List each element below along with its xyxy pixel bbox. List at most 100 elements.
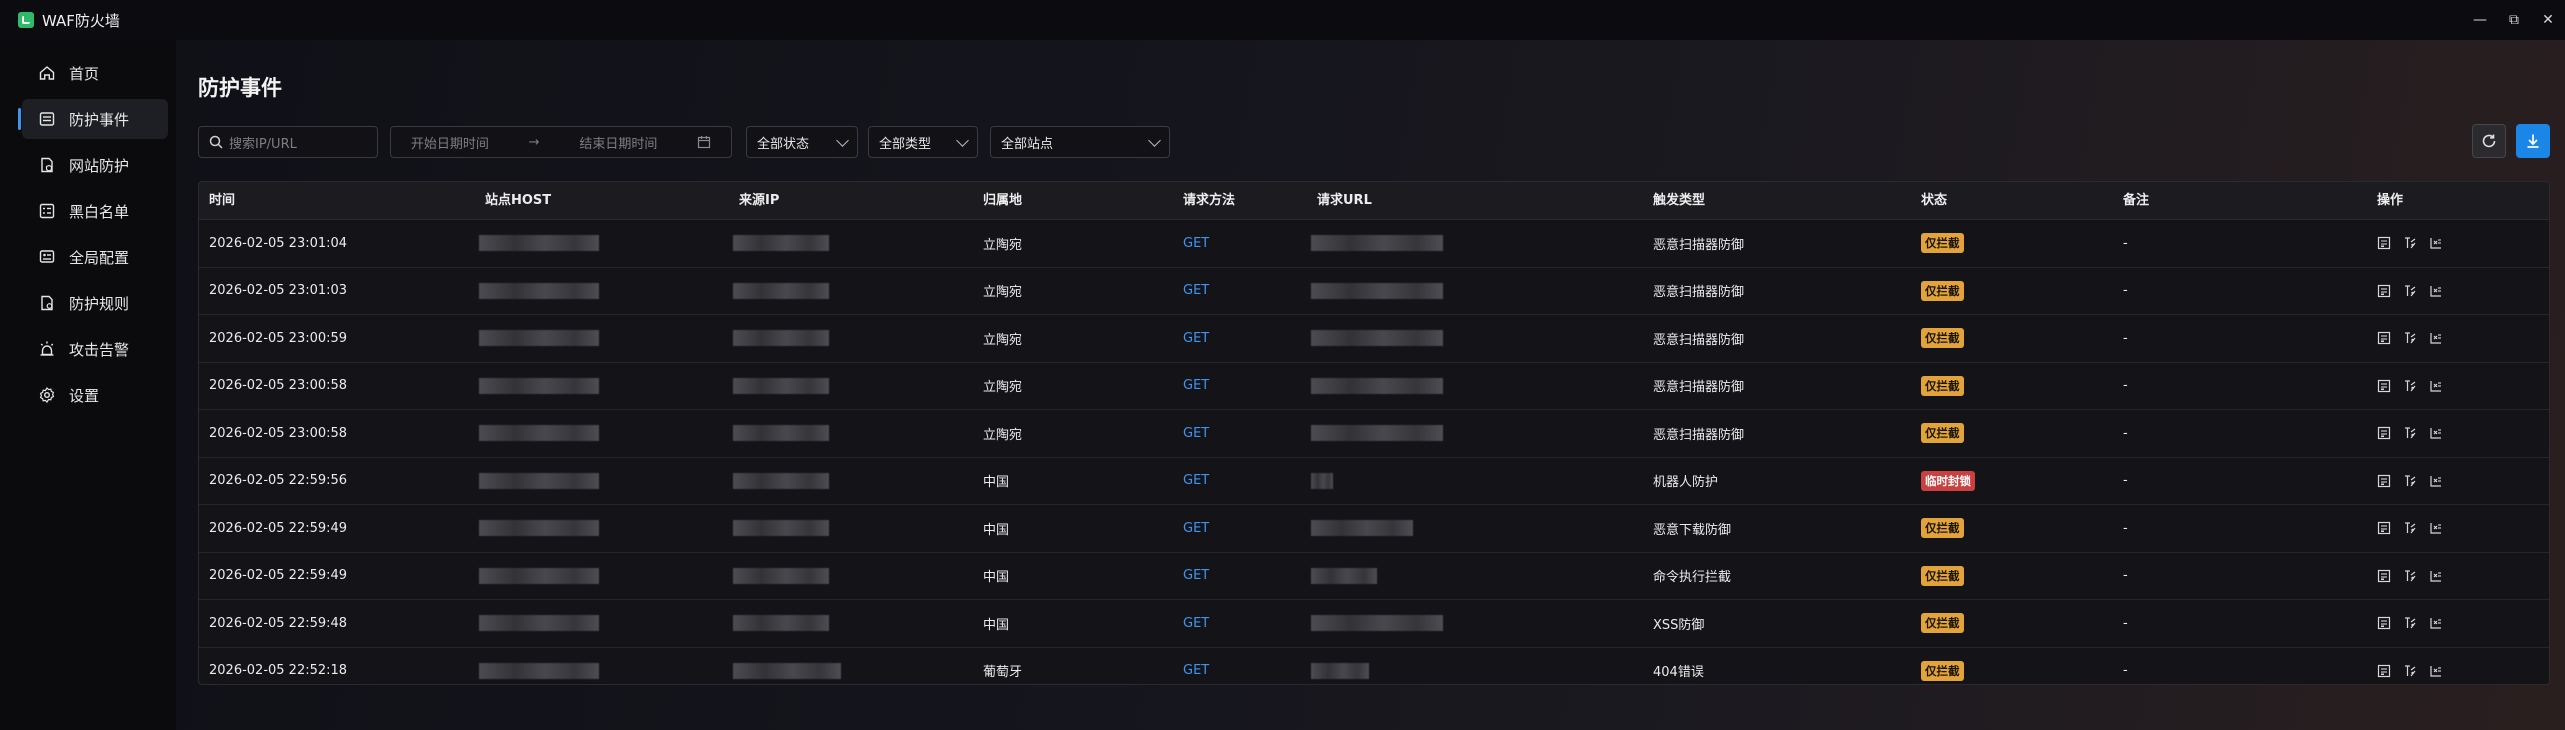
cell-location: 葡萄牙 xyxy=(983,665,1023,680)
redacted-value xyxy=(733,615,829,631)
maximize-button[interactable]: ⧉ xyxy=(2497,0,2531,40)
redacted-value xyxy=(733,330,829,346)
cell-actions xyxy=(2377,315,2443,361)
sidebar-item-label: 设置 xyxy=(69,386,100,405)
chevron-down-icon xyxy=(836,133,849,147)
detail-icon[interactable] xyxy=(2377,569,2391,583)
redacted-value xyxy=(733,567,829,584)
rule-icon[interactable] xyxy=(2403,284,2417,298)
sidebar-item-site-protect[interactable]: 网站防护 xyxy=(22,145,168,185)
block-icon[interactable] xyxy=(2429,331,2443,345)
cell-site-host xyxy=(479,410,599,456)
cell-method: GET xyxy=(1183,235,1210,251)
detail-icon[interactable] xyxy=(2377,379,2391,393)
rule-icon[interactable] xyxy=(2403,616,2417,630)
sidebar-item-home[interactable]: 首页 xyxy=(22,53,168,93)
date-range-picker[interactable]: 开始日期时间 → 结束日期时间 xyxy=(390,126,732,158)
rule-icon[interactable] xyxy=(2403,521,2417,535)
table-row: 2026-02-05 22:59:56 中国 GET 机器人防护 临时封锁 - xyxy=(199,458,2549,505)
cell-trigger-type: 恶意扫描器防御 xyxy=(1653,380,1745,395)
cell-request-url xyxy=(1311,363,1443,409)
cell-site-host xyxy=(479,505,599,551)
block-icon[interactable] xyxy=(2429,426,2443,440)
cell-source-ip xyxy=(733,220,829,266)
rule-icon[interactable] xyxy=(2403,236,2417,250)
block-icon[interactable] xyxy=(2429,284,2443,298)
cell-trigger-type: XSS防御 xyxy=(1653,617,1705,633)
cell-trigger-type: 恶意下载防御 xyxy=(1653,522,1732,538)
redacted-value xyxy=(479,425,599,441)
cell-location: 立陶宛 xyxy=(983,332,1023,348)
cell-note: - xyxy=(2123,568,2128,583)
block-icon[interactable] xyxy=(2429,521,2443,535)
cell-note: - xyxy=(2123,283,2128,298)
detail-icon[interactable] xyxy=(2377,521,2391,535)
cell-time: 2026-02-05 22:59:49 xyxy=(209,568,348,583)
end-date-field[interactable]: 结束日期时间 xyxy=(579,133,657,152)
sidebar-item-alerts[interactable]: 攻击告警 xyxy=(22,329,168,369)
redacted-value xyxy=(733,377,829,394)
rule-icon[interactable] xyxy=(2403,474,2417,488)
status-badge: 仅拦截 xyxy=(1921,375,1964,396)
close-button[interactable]: ✕ xyxy=(2531,0,2565,40)
cell-actions xyxy=(2377,268,2443,314)
detail-icon[interactable] xyxy=(2377,331,2391,345)
type-select[interactable]: 全部类型 xyxy=(868,126,978,158)
export-button[interactable] xyxy=(2516,124,2550,158)
detail-icon[interactable] xyxy=(2377,236,2391,250)
rule-icon[interactable] xyxy=(2403,569,2417,583)
cell-method: GET xyxy=(1183,568,1210,583)
site-select[interactable]: 全部站点 xyxy=(990,126,1170,158)
redacted-value xyxy=(479,282,599,299)
cell-request-url xyxy=(1311,648,1369,685)
cell-status: 仅拦截 xyxy=(1921,315,1964,361)
status-select[interactable]: 全部状态 xyxy=(746,126,858,158)
calendar-icon xyxy=(697,135,711,149)
sidebar-item-global-config[interactable]: 全局配置 xyxy=(22,237,168,277)
rule-icon[interactable] xyxy=(2403,664,2417,678)
sidebar-item-settings[interactable]: 设置 xyxy=(22,375,168,415)
block-icon[interactable] xyxy=(2429,664,2443,678)
cell-source-ip xyxy=(733,363,829,409)
page-title: 防护事件 xyxy=(198,76,282,100)
cell-note: - xyxy=(2123,663,2128,678)
cell-note: - xyxy=(2123,330,2128,346)
block-icon[interactable] xyxy=(2429,379,2443,393)
search-input[interactable]: 搜索IP/URL xyxy=(198,126,378,158)
block-icon[interactable] xyxy=(2429,616,2443,630)
start-date-field[interactable]: 开始日期时间 xyxy=(411,133,489,152)
cell-source-ip xyxy=(733,268,829,314)
redacted-value xyxy=(479,520,599,536)
cell-time: 2026-02-05 23:00:59 xyxy=(209,330,348,346)
minimize-button[interactable]: — xyxy=(2463,0,2497,40)
block-icon[interactable] xyxy=(2429,236,2443,250)
cell-source-ip xyxy=(733,410,829,456)
cell-method: GET xyxy=(1183,330,1210,346)
rule-icon[interactable] xyxy=(2403,426,2417,440)
block-icon[interactable] xyxy=(2429,474,2443,488)
cell-method: GET xyxy=(1183,378,1210,393)
detail-icon[interactable] xyxy=(2377,426,2391,440)
list-icon xyxy=(38,110,56,128)
detail-icon[interactable] xyxy=(2377,474,2391,488)
sidebar-item-blackwhite-list[interactable]: 黑白名单 xyxy=(22,191,168,231)
redacted-value xyxy=(1311,235,1443,251)
redacted-value xyxy=(1311,330,1443,346)
detail-icon[interactable] xyxy=(2377,664,2391,678)
cell-note: - xyxy=(2123,235,2128,251)
refresh-button[interactable] xyxy=(2472,124,2506,158)
sidebar-item-rules[interactable]: 防护规则 xyxy=(22,283,168,323)
column-header-note: 备注 xyxy=(2123,193,2150,208)
sidebar-item-events[interactable]: 防护事件 xyxy=(22,99,168,139)
column-header-method: 请求方法 xyxy=(1183,193,1236,208)
sidebar-item-label: 防护规则 xyxy=(69,294,130,313)
column-header-location: 归属地 xyxy=(983,193,1023,208)
redacted-value xyxy=(733,520,829,536)
rule-icon[interactable] xyxy=(2403,331,2417,345)
block-icon[interactable] xyxy=(2429,569,2443,583)
detail-icon[interactable] xyxy=(2377,616,2391,630)
cell-actions xyxy=(2377,553,2443,599)
rule-icon[interactable] xyxy=(2403,379,2417,393)
column-header-time: 时间 xyxy=(209,193,236,208)
detail-icon[interactable] xyxy=(2377,284,2391,298)
